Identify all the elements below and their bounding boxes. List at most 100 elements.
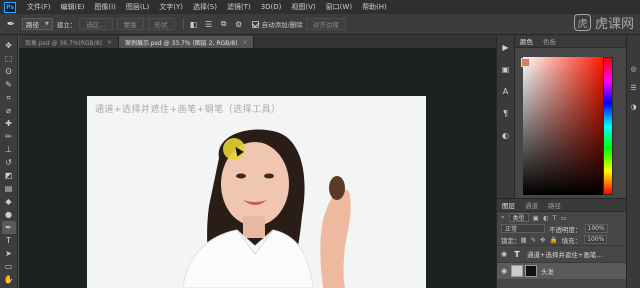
document-canvas[interactable]: 通道+选择并遮住+画笔+钢笔（选择工具） [87, 96, 426, 288]
quick-select-tool-icon[interactable]: ✎ [2, 78, 16, 91]
menu-image[interactable]: 图像(I) [89, 2, 121, 12]
lock-fill-row: 锁定： ▦ ✎ ✥ 🔒 填充： 100% [497, 234, 626, 245]
layer-thumbnail [511, 265, 523, 277]
tab-label: 现象.psd @ 36.7%(RGB/8) [25, 39, 102, 47]
align-edges-button[interactable]: 对齐边缘 [305, 18, 346, 30]
properties-panel-icon[interactable]: ▣ [500, 63, 512, 75]
photoshop-logo-icon: Ps [4, 1, 16, 13]
make-shape-button[interactable]: 形状 [147, 18, 175, 30]
path-mode-dropdown[interactable]: 路径 ▼ [22, 18, 53, 30]
make-selection-button[interactable]: 选区... [79, 18, 113, 30]
menu-select[interactable]: 选择(S) [188, 2, 222, 12]
layer-row-hair[interactable]: ◉ 头发 [497, 262, 626, 279]
pen-tool-icon[interactable]: ✒ [1, 221, 16, 234]
visibility-eye-icon[interactable]: ◉ [501, 250, 511, 258]
auto-add-delete-label: 自动添加/删除 [261, 21, 303, 29]
pen-tool-preset-icon[interactable]: ✒ [0, 19, 22, 30]
tab-layers[interactable]: 图层 [497, 200, 520, 210]
foreground-color-swatch[interactable] [521, 58, 530, 67]
path-alignment-icon[interactable]: ☰ [203, 18, 215, 30]
libraries-panel-icon[interactable]: ☰ [628, 82, 639, 93]
menu-edit[interactable]: 编辑(E) [56, 2, 90, 12]
menu-filter[interactable]: 滤镜(T) [222, 2, 256, 12]
crop-tool-icon[interactable]: ⌗ [2, 91, 16, 104]
history-panel-icon[interactable]: ▶ [500, 41, 512, 53]
layer-row-text[interactable]: ◉ T 通道+选择并遮住+画笔... [497, 245, 626, 262]
opacity-label: 不透明度： [549, 225, 582, 234]
move-tool-icon[interactable]: ✥ [2, 39, 16, 52]
opacity-input[interactable]: 100% [584, 224, 608, 233]
lock-position-icon[interactable]: ✥ [540, 236, 545, 244]
tab-document-1[interactable]: 现象.psd @ 36.7%(RGB/8) × [19, 36, 120, 48]
close-icon[interactable]: × [107, 39, 112, 46]
path-operations-icon[interactable]: ◧ [188, 18, 200, 30]
brush-tool-icon[interactable]: ✏ [2, 130, 16, 143]
filter-pixel-icon[interactable]: ▣ [533, 214, 539, 222]
adjustments-panel-icon[interactable]: ◐ [500, 129, 512, 141]
menu-type[interactable]: 文字(Y) [154, 2, 188, 12]
eyedropper-tool-icon[interactable]: ⌀ [2, 104, 16, 117]
layer-kind-dropdown[interactable]: 类型 [508, 213, 529, 222]
canvas-workspace[interactable]: 通道+选择并遮住+画笔+钢笔（选择工具） [19, 48, 496, 288]
path-selection-tool-icon[interactable]: ➤ [2, 247, 16, 260]
lock-all-icon[interactable]: 🔒 [550, 236, 558, 244]
dodge-tool-icon[interactable]: ● [2, 208, 16, 221]
gradient-tool-icon[interactable]: ▤ [2, 182, 16, 195]
marquee-tool-icon[interactable]: ⬚ [2, 52, 16, 65]
far-right-panel-icons: ◎ ☰ ◑ [626, 35, 640, 288]
paragraph-panel-icon[interactable]: ¶ [500, 107, 512, 119]
blend-opacity-row: 正常 不透明度： 100% [497, 223, 626, 234]
history-brush-tool-icon[interactable]: ↺ [2, 156, 16, 169]
make-label: 建立： [56, 21, 77, 29]
layer-mask-thumbnail[interactable] [525, 265, 537, 277]
menu-view[interactable]: 视图(V) [286, 2, 320, 12]
layer-name: 头发 [541, 268, 554, 276]
menu-layer[interactable]: 图层(L) [121, 2, 154, 12]
lock-label: 锁定： [501, 236, 521, 245]
close-icon[interactable]: × [242, 39, 247, 46]
hue-slider[interactable] [603, 57, 613, 195]
watermark: 虎 虎课网 [573, 13, 634, 32]
tab-swatches[interactable]: 色板 [538, 36, 561, 46]
filter-type-icon[interactable]: T [552, 214, 556, 222]
color-panel-tabs: 颜色 色板 [515, 35, 626, 48]
search-icon: ⌕ [501, 213, 505, 221]
lock-transparent-icon[interactable]: ▦ [521, 236, 527, 244]
lock-image-icon[interactable]: ✎ [531, 236, 536, 244]
fill-input[interactable]: 100% [584, 235, 608, 244]
gear-icon[interactable]: ⚙ [233, 18, 245, 30]
color-picker-field[interactable] [523, 57, 603, 195]
character-panel-icon[interactable]: A [500, 85, 512, 97]
tab-color[interactable]: 颜色 [515, 36, 538, 46]
menu-help[interactable]: 帮助(H) [357, 2, 392, 12]
menu-3d[interactable]: 3D(D) [256, 3, 287, 11]
blur-tool-icon[interactable]: ◆ [2, 195, 16, 208]
filter-adjust-icon[interactable]: ◐ [543, 214, 549, 222]
blend-mode-dropdown[interactable]: 正常 [501, 224, 545, 233]
auto-add-delete-checkbox[interactable] [251, 20, 259, 28]
shape-tool-icon[interactable]: ▭ [2, 260, 16, 273]
lasso-tool-icon[interactable]: ʘ [2, 65, 16, 78]
menu-file[interactable]: 文件(F) [22, 2, 56, 12]
visibility-eye-icon[interactable]: ◉ [501, 267, 511, 275]
path-arrangement-icon[interactable]: ⧉ [218, 18, 230, 30]
watermark-logo-icon: 虎 [573, 14, 591, 31]
fill-label: 填充： [561, 236, 582, 245]
clone-stamp-tool-icon[interactable]: ⊥ [2, 143, 16, 156]
filter-shape-icon[interactable]: ▭ [560, 214, 566, 222]
layers-panel: 图层 通道 路径 ⌕ 类型 ▣ ◐ T ▭ 正常 不透明度： 100% 锁定： … [496, 198, 626, 288]
healing-brush-tool-icon[interactable]: ✚ [2, 117, 16, 130]
make-mask-button[interactable]: 蒙版 [116, 18, 144, 30]
hand-tool-icon[interactable]: ✋ [2, 273, 16, 286]
adjust-icon[interactable]: ◑ [628, 101, 639, 112]
learn-panel-icon[interactable]: ◎ [628, 63, 639, 74]
layer-filter-row: ⌕ 类型 ▣ ◐ T ▭ [497, 212, 626, 223]
tab-document-2[interactable]: 案例展示.psd @ 33.7% (图层 2, RGB/8) × [119, 36, 255, 48]
menu-window[interactable]: 窗口(W) [321, 2, 357, 12]
chevron-down-icon: ▼ [45, 21, 49, 27]
portrait-image [182, 129, 351, 288]
tab-paths[interactable]: 路径 [543, 200, 566, 210]
tab-channels[interactable]: 通道 [520, 200, 543, 210]
eraser-tool-icon[interactable]: ◩ [2, 169, 16, 182]
type-tool-icon[interactable]: T [2, 234, 16, 247]
